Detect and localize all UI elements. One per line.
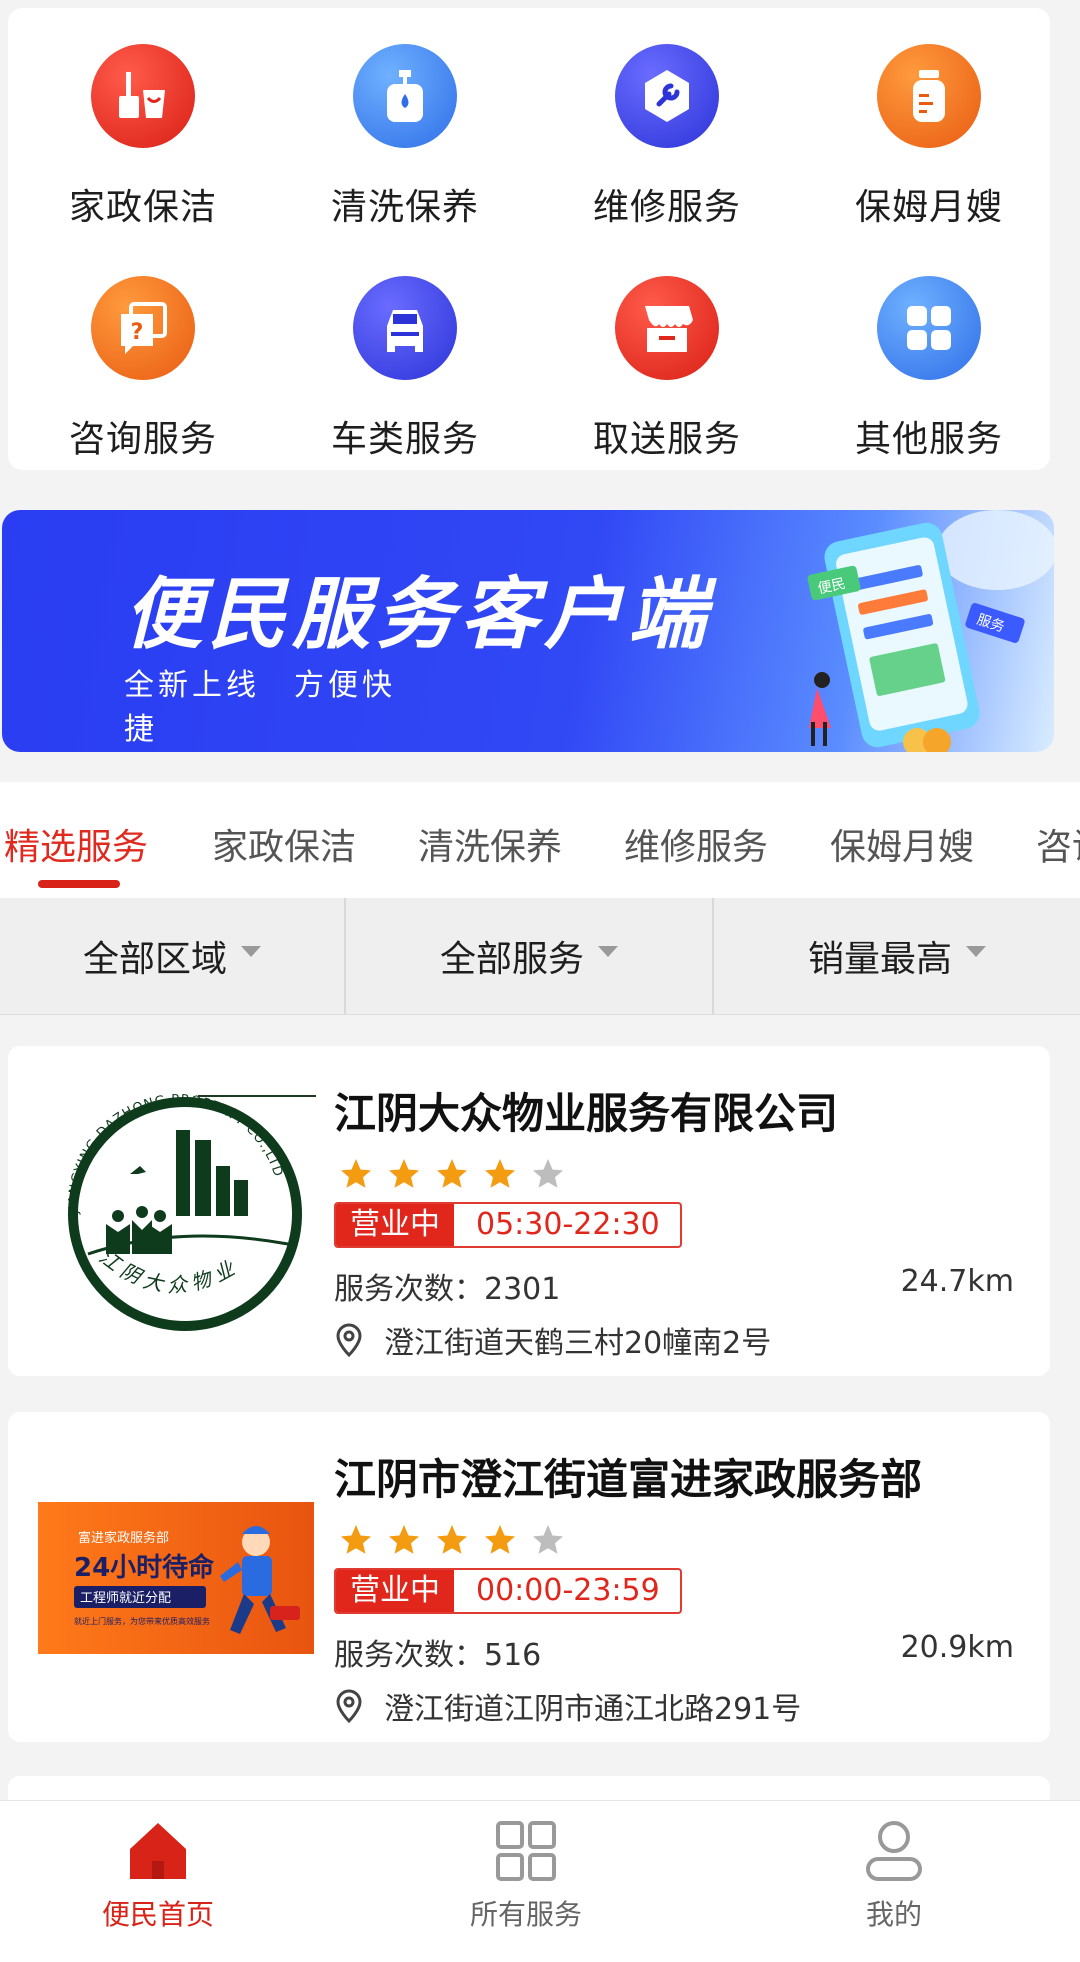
star-filled-icon	[341, 1159, 371, 1188]
service-filter-label: 全部服务	[439, 939, 584, 980]
baby-bottle-icon	[877, 44, 981, 148]
shop-name: 江阴大众物业服务有限公司	[334, 1089, 839, 1138]
cleaning-icon	[91, 44, 195, 148]
business-status: 营业中 05:30-22:30	[334, 1202, 682, 1248]
logo-text: 24小时待命	[74, 1552, 215, 1583]
star-filled-icon	[437, 1525, 467, 1554]
category-repair[interactable]: 维修服务	[536, 8, 798, 228]
category-label: 保姆月嫂	[854, 187, 1003, 228]
star-filled-icon	[341, 1525, 371, 1554]
business-hours: 00:00-23:59	[476, 1573, 660, 1608]
filter-bar: 全部区域 全部服务 销量最高	[0, 898, 1080, 1015]
region-filter[interactable]: 全部区域	[0, 898, 344, 1014]
shop-card[interactable]: JIANGYING DAZHONG PROPERTY CO.,LTD 江阴大众物…	[8, 1046, 1050, 1376]
distance: 20.9km	[900, 1630, 1014, 1665]
business-hours: 05:30-22:30	[476, 1207, 660, 1242]
rating-stars	[338, 1522, 566, 1562]
business-status: 营业中 00:00-23:59	[334, 1568, 682, 1614]
rating-stars	[338, 1156, 566, 1196]
logo-text: 就近上门服务，为您带来优质高效服务	[74, 1616, 210, 1626]
address-text: 澄江街道天鹤三村20幢南2号	[384, 1326, 772, 1361]
bottom-nav: 便民首页 所有服务 我的	[0, 1800, 1080, 1962]
service-count: 服务次数：2301	[334, 1272, 561, 1307]
logo-text: 工程师就近分配	[80, 1591, 171, 1606]
consult-icon: ?	[91, 276, 195, 380]
category-grid: 家政保洁 清洗保养 维修服务 保姆月嫂 ? 咨询服务 车类服务 取送服务 其他服…	[8, 8, 1050, 470]
tab-washing[interactable]: 清洗保养	[418, 818, 562, 870]
wrench-icon	[615, 44, 719, 148]
category-label: 清洗保养	[330, 187, 479, 228]
soap-bottle-icon	[353, 44, 457, 148]
category-car[interactable]: 车类服务	[274, 240, 536, 460]
tab-repair[interactable]: 维修服务	[624, 818, 768, 870]
logo-text: 富进家政服务部	[78, 1530, 169, 1546]
shop-address: 澄江街道天鹤三村20幢南2号	[334, 1318, 771, 1362]
grid-icon	[496, 1821, 556, 1881]
shop-logo: 富进家政服务部 24小时待命 工程师就近分配 就近上门服务，为您带来优质高效服务	[38, 1502, 314, 1654]
nav-home-label: 便民首页	[101, 1898, 214, 1931]
nav-all-services-label: 所有服务	[469, 1898, 582, 1931]
tab-cleaning[interactable]: 家政保洁	[212, 818, 356, 870]
star-filled-icon	[437, 1159, 467, 1188]
shop-logo: JIANGYING DAZHONG PROPERTY CO.,LTD 江阴大众物…	[66, 1092, 316, 1331]
shop-address: 澄江街道江阴市通江北路291号	[334, 1684, 801, 1728]
star-filled-icon	[485, 1525, 515, 1554]
nav-all-services[interactable]: 所有服务	[396, 1801, 656, 1962]
nav-profile[interactable]: 我的	[764, 1801, 1024, 1962]
category-label: 家政保洁	[68, 187, 217, 228]
nav-home[interactable]: 便民首页	[28, 1801, 288, 1962]
tab-featured[interactable]: 精选服务	[4, 818, 148, 870]
banner-subtitle: 全新上线 方便快捷	[124, 660, 414, 752]
category-cleaning[interactable]: 家政保洁	[12, 8, 274, 228]
open-badge: 营业中	[336, 1204, 454, 1246]
svg-text:?: ?	[131, 320, 144, 345]
shop-card[interactable]: 富进家政服务部 24小时待命 工程师就近分配 就近上门服务，为您带来优质高效服务…	[8, 1412, 1050, 1742]
caret-down-icon	[598, 945, 618, 957]
phone-illustration: 便民 服务	[807, 510, 1054, 752]
address-text: 澄江街道江阴市通江北路291号	[384, 1692, 802, 1727]
star-empty-icon	[533, 1159, 563, 1188]
home-icon	[130, 1823, 186, 1879]
category-label: 取送服务	[592, 419, 741, 460]
shop-name: 江阴市澄江街道富进家政服务部	[334, 1455, 923, 1504]
sort-filter-label: 销量最高	[807, 939, 952, 980]
tab-consult[interactable]: 咨询	[1036, 818, 1080, 870]
open-badge: 营业中	[336, 1570, 454, 1612]
category-other[interactable]: 其他服务	[798, 240, 1060, 460]
category-washing[interactable]: 清洗保养	[274, 8, 536, 228]
star-filled-icon	[389, 1159, 419, 1188]
location-pin-icon	[336, 1323, 362, 1357]
star-empty-icon	[533, 1525, 563, 1554]
active-tab-indicator	[38, 880, 120, 888]
promo-banner[interactable]: 便民服务客户端 全新上线 方便快捷 便民 服务	[2, 510, 1054, 752]
category-consult[interactable]: ? 咨询服务	[12, 240, 274, 460]
category-delivery[interactable]: 取送服务	[536, 240, 798, 460]
sort-filter[interactable]: 销量最高	[714, 898, 1080, 1014]
region-filter-label: 全部区域	[82, 939, 227, 980]
category-label: 咨询服务	[68, 419, 217, 460]
grid-icon	[877, 276, 981, 380]
banner-title: 便民服务客户端	[124, 570, 713, 660]
category-label: 维修服务	[592, 187, 741, 228]
store-icon	[615, 276, 719, 380]
star-filled-icon	[389, 1525, 419, 1554]
category-label: 其他服务	[854, 419, 1003, 460]
category-label: 车类服务	[330, 419, 479, 460]
service-tabs: 精选服务 家政保洁 清洗保养 维修服务 保姆月嫂 咨询	[0, 782, 1080, 898]
star-filled-icon	[485, 1159, 515, 1188]
car-icon	[353, 276, 457, 380]
service-filter[interactable]: 全部服务	[346, 898, 712, 1014]
distance: 24.7km	[900, 1264, 1014, 1299]
caret-down-icon	[966, 945, 986, 957]
service-count: 服务次数：516	[334, 1638, 542, 1673]
caret-down-icon	[241, 945, 261, 957]
nav-profile-label: 我的	[865, 1898, 922, 1931]
category-nanny[interactable]: 保姆月嫂	[798, 8, 1060, 228]
user-icon	[866, 1821, 922, 1881]
tab-nanny[interactable]: 保姆月嫂	[830, 818, 974, 870]
location-pin-icon	[336, 1689, 362, 1723]
